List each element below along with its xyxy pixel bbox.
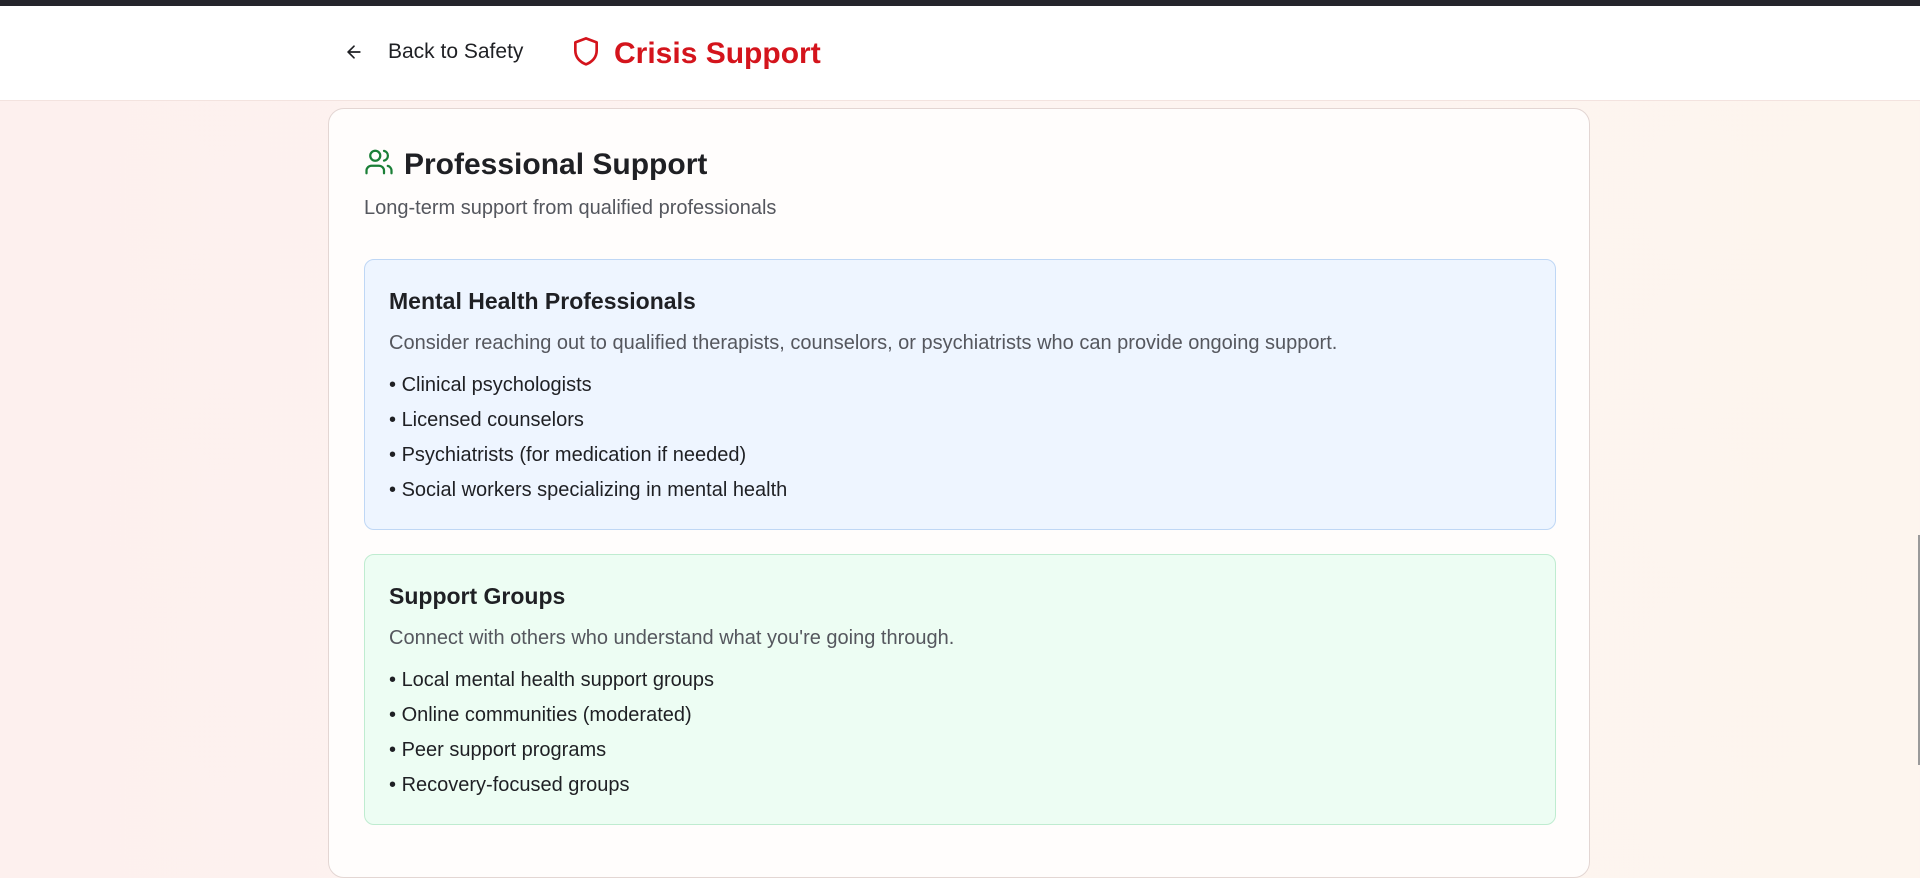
shield-icon xyxy=(570,34,602,73)
list-item: Clinical psychologists xyxy=(389,368,1531,403)
list-item: Local mental health support groups xyxy=(389,663,1531,698)
users-icon xyxy=(364,147,394,182)
back-to-safety-label: Back to Safety xyxy=(388,40,524,63)
card-subtitle: Long-term support from qualified profess… xyxy=(364,197,777,219)
section-description: Connect with others who understand what … xyxy=(389,627,955,649)
mental-health-professionals-section: Mental Health Professionals Consider rea… xyxy=(364,259,1556,530)
support-groups-section: Support Groups Connect with others who u… xyxy=(364,554,1556,825)
list-item: Social workers specializing in mental he… xyxy=(389,473,1531,508)
list-item: Licensed counselors xyxy=(389,403,1531,438)
section-title: Mental Health Professionals xyxy=(389,288,696,314)
brand-title: Crisis Support xyxy=(614,36,821,70)
section-description: Consider reaching out to qualified thera… xyxy=(389,332,1338,354)
page-header: Back to Safety Crisis Support xyxy=(0,6,1920,101)
list-item: Recovery-focused groups xyxy=(389,768,1531,803)
support-groups-list: Local mental health support groups Onlin… xyxy=(389,663,1531,803)
card-title: Professional Support xyxy=(404,147,708,181)
back-to-safety-button[interactable]: Back to Safety xyxy=(334,32,523,72)
section-title: Support Groups xyxy=(389,583,566,609)
list-item: Online communities (moderated) xyxy=(389,698,1531,733)
arrow-left-icon xyxy=(334,32,374,72)
professional-support-card: Professional Support Long-term support f… xyxy=(328,108,1590,878)
list-item: Psychiatrists (for medication if needed) xyxy=(389,438,1531,473)
list-item: Peer support programs xyxy=(389,733,1531,768)
professionals-list: Clinical psychologists Licensed counselo… xyxy=(389,368,1531,508)
brand: Crisis Support xyxy=(570,34,821,73)
card-header: Professional Support xyxy=(364,147,707,182)
